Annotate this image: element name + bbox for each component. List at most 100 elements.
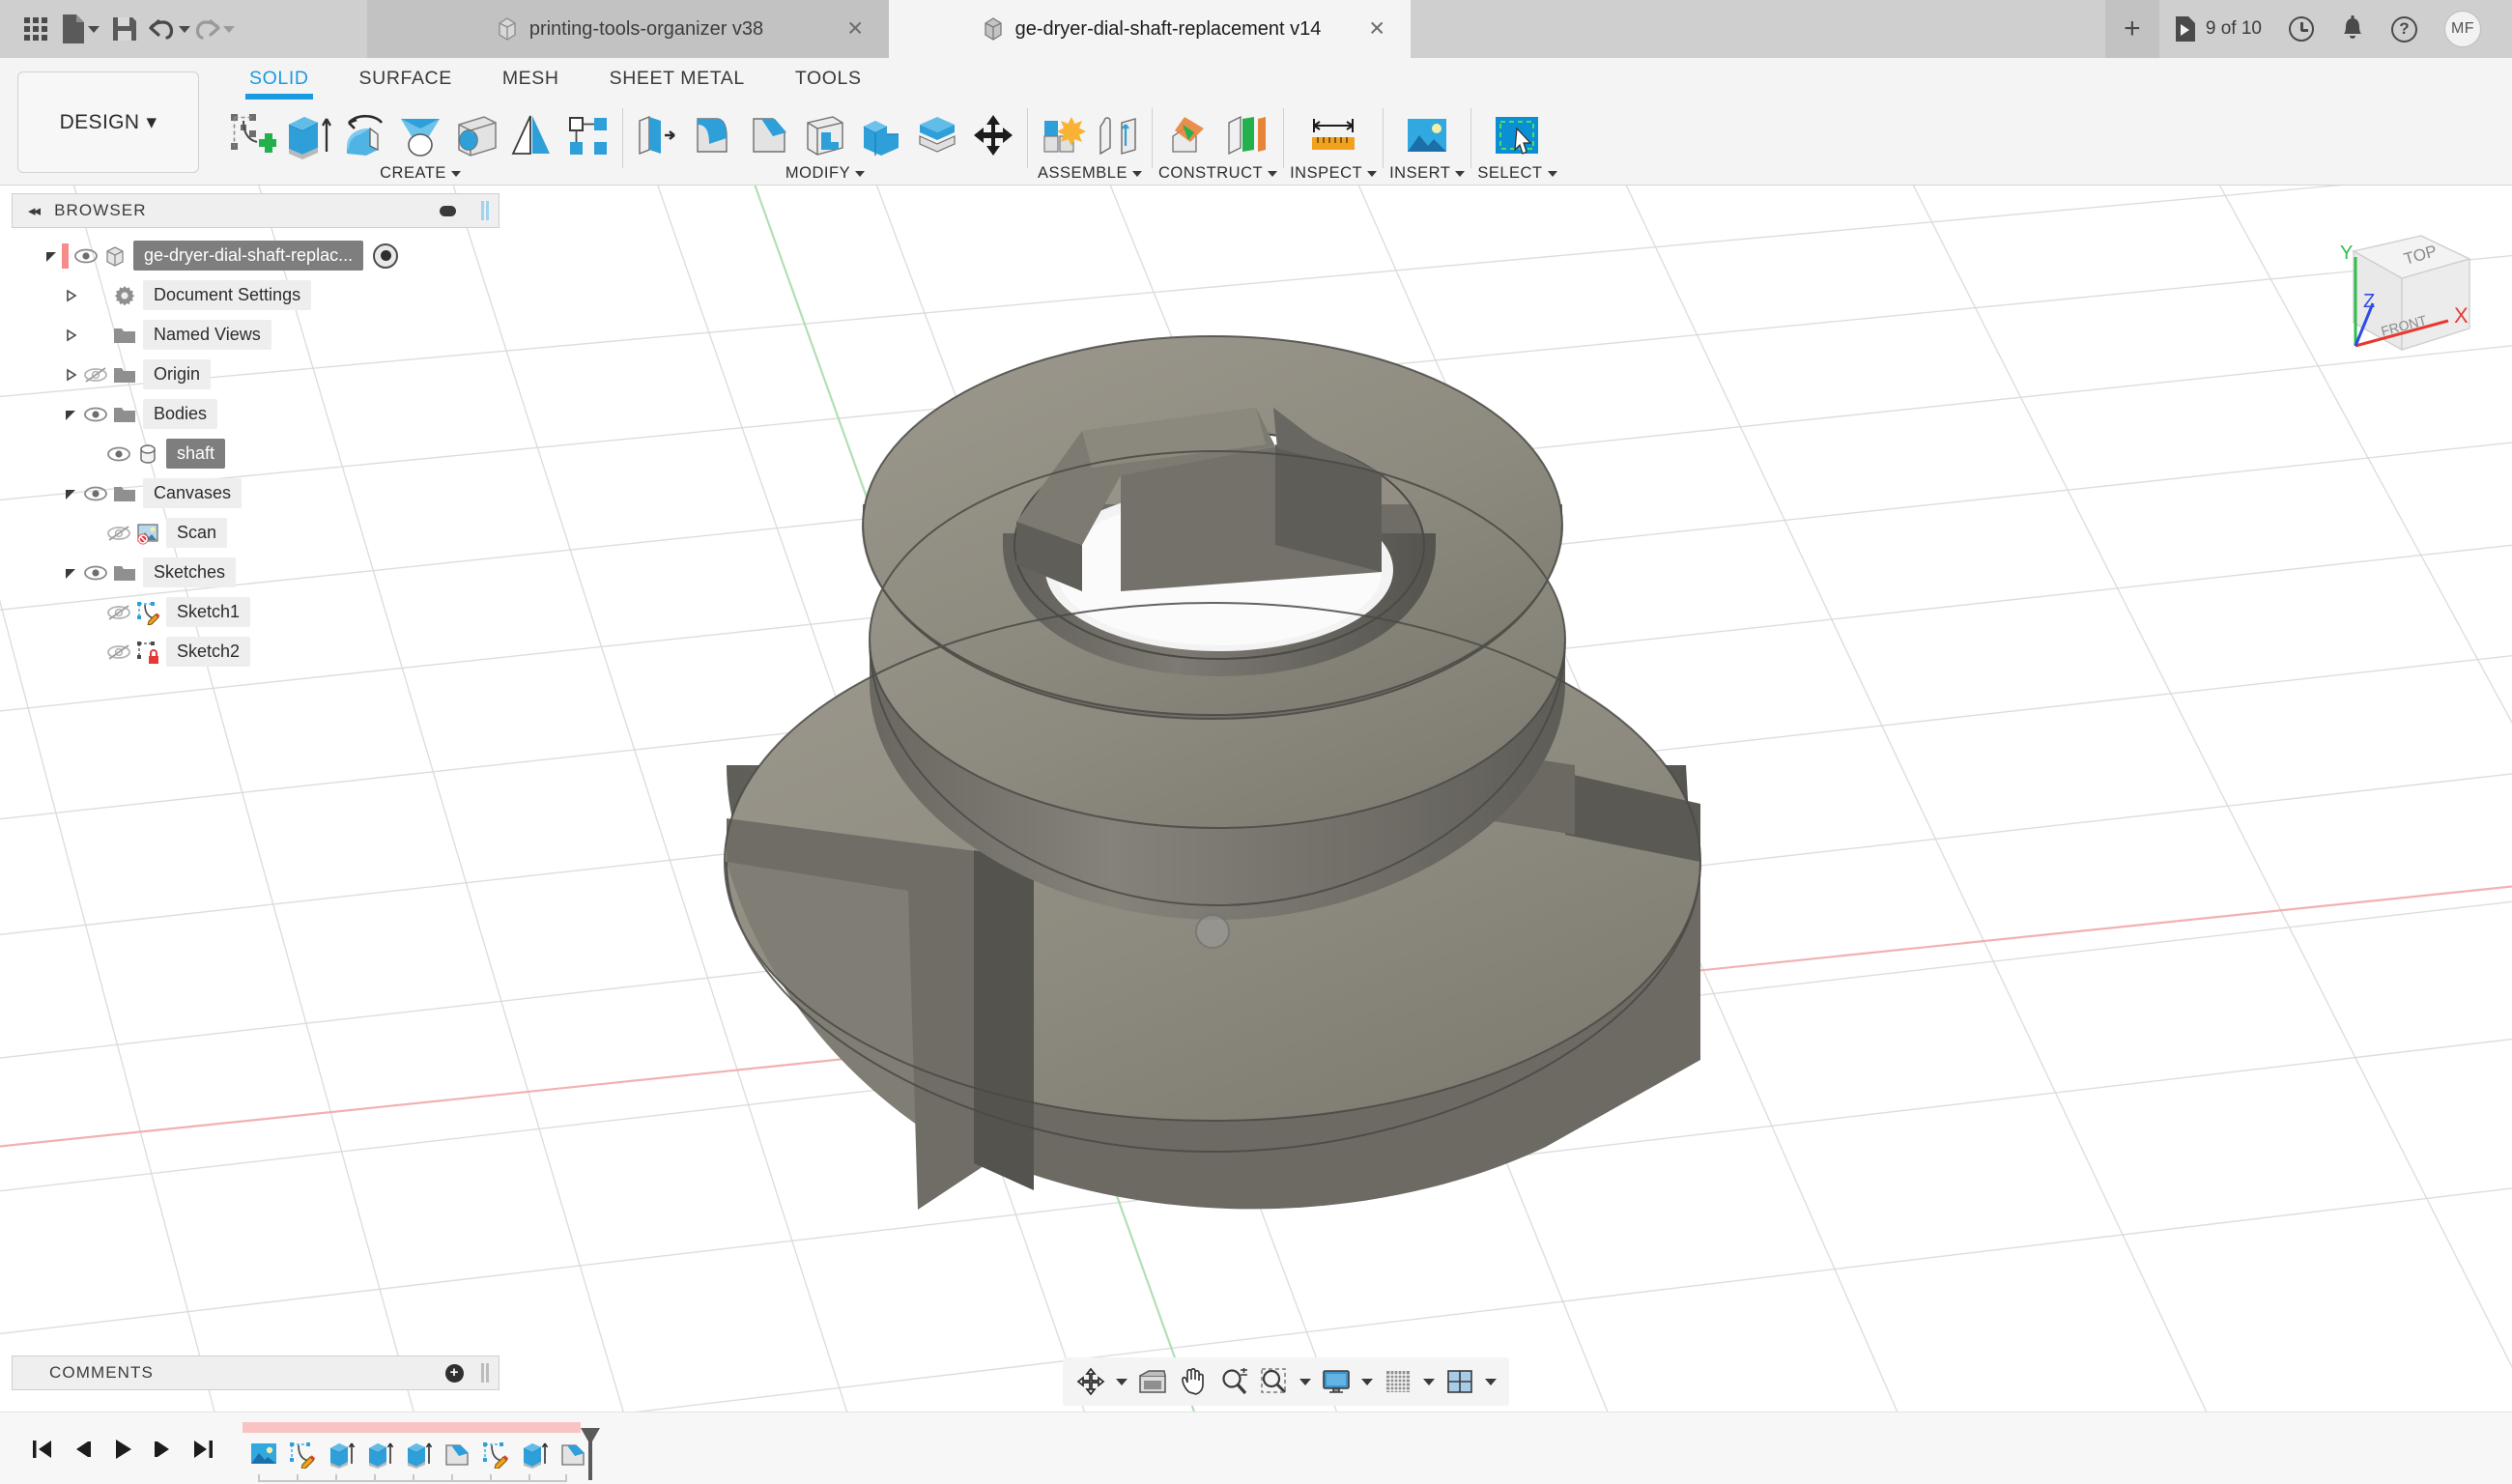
create-sketch-tool[interactable] (224, 108, 280, 162)
joint-tool[interactable] (1090, 108, 1146, 162)
extrude-tool[interactable] (280, 108, 336, 162)
recent-activity-button[interactable] (2275, 0, 2327, 58)
viewports-dropdown[interactable] (1480, 1359, 1501, 1404)
tree-item-canvases[interactable]: Canvases (12, 473, 500, 513)
account-button[interactable]: MF (2431, 0, 2495, 58)
undo-button[interactable] (147, 6, 191, 52)
timeline-feature-extrude4[interactable] (515, 1435, 554, 1473)
visibility-eye-hidden-icon[interactable] (104, 638, 133, 667)
tree-item-named-views[interactable]: Named Views (12, 315, 500, 355)
zoom-button[interactable] (1213, 1359, 1254, 1404)
timeline-feature-extrude3[interactable] (399, 1435, 438, 1473)
grid-snaps-dropdown[interactable] (1418, 1359, 1440, 1404)
timeline-feature-extrude2[interactable] (360, 1435, 399, 1473)
timeline-feature-sketch1[interactable] (283, 1435, 322, 1473)
timeline-feature-sketch2[interactable] (476, 1435, 515, 1473)
ribbon-group-label-inspect[interactable]: INSPECT (1290, 164, 1378, 183)
expander-collapsed-icon[interactable] (60, 285, 81, 306)
panel-resize-handle[interactable] (481, 1363, 491, 1383)
tree-item-body-shaft[interactable]: shaft (12, 434, 500, 473)
visibility-eye-icon[interactable] (71, 242, 100, 271)
collapse-icon[interactable]: ◂◂ (28, 202, 41, 219)
visibility-eye-hidden-icon[interactable] (81, 360, 110, 389)
new-component-tool[interactable] (1034, 108, 1090, 162)
panel-resize-handle[interactable] (481, 201, 491, 220)
app-grid-button[interactable] (14, 6, 58, 52)
chamfer-tool[interactable] (741, 108, 797, 162)
tree-item-sketch2[interactable]: Sketch2 (12, 632, 500, 671)
ribbon-group-label-select[interactable]: SELECT (1477, 164, 1557, 183)
expander-collapsed-icon[interactable] (60, 325, 81, 346)
ribbon-tab-surface[interactable]: SURFACE (334, 62, 477, 100)
measure-tool[interactable] (1301, 108, 1365, 162)
workspace-switcher-button[interactable]: DESIGN ▾ (17, 71, 199, 173)
loft-tool[interactable] (392, 108, 448, 162)
add-comment-icon[interactable]: + (445, 1363, 464, 1383)
ribbon-tab-mesh[interactable]: MESH (477, 62, 585, 100)
move-copy-tool[interactable] (965, 108, 1021, 162)
revolve-tool[interactable] (336, 108, 392, 162)
timeline-play-button[interactable] (102, 1430, 143, 1469)
orbit-button[interactable] (1070, 1359, 1111, 1404)
new-file-button[interactable] (58, 6, 102, 52)
rib-tool[interactable] (504, 108, 560, 162)
fit-dropdown[interactable] (1295, 1359, 1316, 1404)
tree-item-origin[interactable]: Origin (12, 355, 500, 394)
fit-button[interactable] (1254, 1359, 1295, 1404)
timeline-go-end-button[interactable] (184, 1430, 224, 1469)
visibility-eye-icon[interactable] (81, 400, 110, 429)
redo-button[interactable] (191, 6, 236, 52)
display-settings-button[interactable] (1316, 1359, 1356, 1404)
timeline-feature-strip[interactable] (243, 1422, 600, 1482)
split-face-tool[interactable] (909, 108, 965, 162)
expander-expanded-icon[interactable] (60, 562, 81, 584)
ribbon-group-label-construct[interactable]: CONSTRUCT (1158, 164, 1278, 183)
timeline-end-marker[interactable] (578, 1426, 603, 1482)
ribbon-group-label-assemble[interactable]: ASSEMBLE (1038, 164, 1142, 183)
close-icon[interactable]: ✕ (846, 19, 864, 40)
tree-item-root[interactable]: ge-dryer-dial-shaft-replac... (12, 236, 500, 275)
visibility-eye-hidden-icon[interactable] (104, 519, 133, 548)
expander-expanded-icon[interactable] (60, 483, 81, 504)
notifications-button[interactable] (2327, 0, 2378, 58)
tree-item-sketches[interactable]: Sketches (12, 553, 500, 592)
document-tab-0[interactable]: printing-tools-organizer v38 ✕ (367, 0, 889, 58)
comments-panel[interactable]: COMMENTS + (12, 1356, 500, 1390)
visibility-eye-icon[interactable] (81, 558, 110, 587)
ribbon-tab-solid[interactable]: SOLID (224, 62, 334, 100)
activate-component-radio[interactable] (373, 243, 399, 269)
document-tab-1[interactable]: ge-dryer-dial-shaft-replacement v14 ✕ (889, 0, 1411, 58)
view-cube[interactable]: TOP FRONT Y X Z (2298, 214, 2491, 388)
minimize-icon[interactable] (440, 205, 456, 216)
timeline-feature-chamfer1[interactable] (438, 1435, 476, 1473)
timeline-step-back-button[interactable] (62, 1430, 102, 1469)
tree-item-sketch1[interactable]: Sketch1 (12, 592, 500, 632)
close-icon[interactable]: ✕ (1368, 19, 1385, 40)
timeline-feature-extrude1[interactable] (322, 1435, 360, 1473)
timeline-go-start-button[interactable] (21, 1430, 62, 1469)
timeline-feature-canvas[interactable] (244, 1435, 283, 1473)
new-tab-button[interactable]: + (2104, 0, 2159, 58)
visibility-eye-hidden-icon[interactable] (104, 598, 133, 627)
ribbon-group-label-create[interactable]: CREATE (380, 164, 461, 183)
help-button[interactable]: ? (2378, 0, 2431, 58)
press-pull-tool[interactable] (629, 108, 685, 162)
hole-tool[interactable] (448, 108, 504, 162)
ribbon-group-label-modify[interactable]: MODIFY (785, 164, 866, 183)
expander-expanded-icon[interactable] (41, 245, 62, 267)
combine-tool[interactable] (853, 108, 909, 162)
look-at-button[interactable] (1132, 1359, 1173, 1404)
orbit-dropdown[interactable] (1111, 1359, 1132, 1404)
ribbon-group-label-insert[interactable]: INSERT (1389, 164, 1466, 183)
plane-at-angle-tool[interactable] (1218, 108, 1274, 162)
pattern-tool[interactable] (560, 108, 616, 162)
grid-snaps-button[interactable] (1378, 1359, 1418, 1404)
offset-plane-tool[interactable] (1162, 108, 1218, 162)
tree-item-canvas-scan[interactable]: Scan (12, 513, 500, 553)
pan-button[interactable] (1173, 1359, 1213, 1404)
fillet-tool[interactable] (685, 108, 741, 162)
display-settings-dropdown[interactable] (1356, 1359, 1378, 1404)
visibility-eye-icon[interactable] (104, 440, 133, 469)
save-button[interactable] (102, 6, 147, 52)
tree-item-bodies[interactable]: Bodies (12, 394, 500, 434)
